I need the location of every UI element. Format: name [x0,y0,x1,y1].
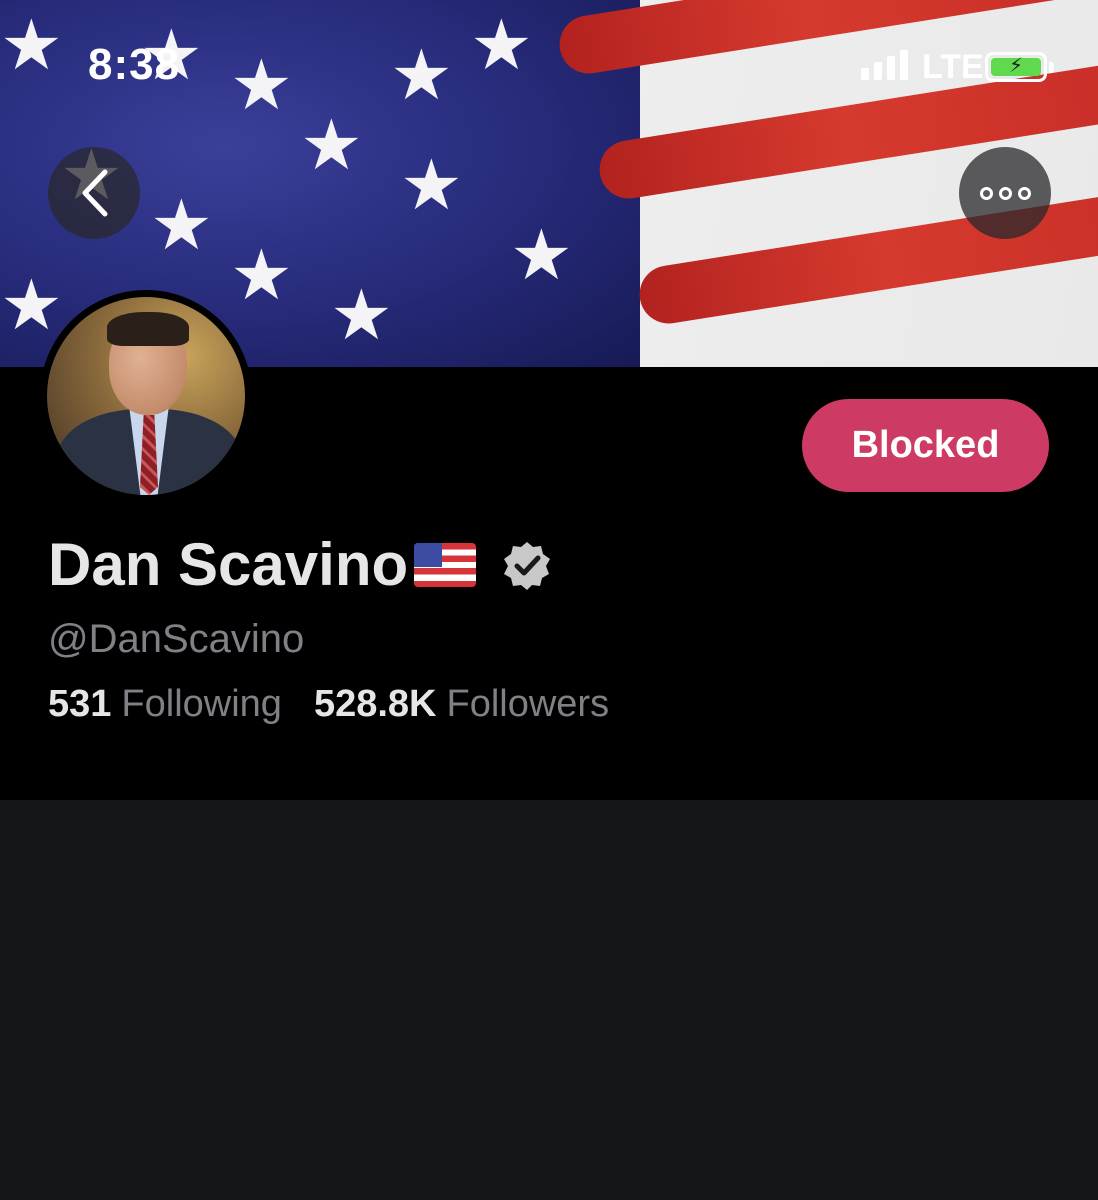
following-count: 531 [48,683,112,725]
status-bar: 8:38 LTE ⚡ [0,0,1098,130]
profile-handle: @DanScavino [48,617,305,661]
chevron-left-icon [82,169,108,217]
display-name: Dan Scavino [48,531,409,598]
ellipsis-icon [979,186,1031,200]
back-button[interactable] [48,147,140,239]
profile-name-row: Dan Scavino [48,530,552,599]
verified-badge-icon [504,541,551,590]
network-type: LTE [922,48,984,86]
cellular-signal-icon [861,50,908,80]
profile-stats: 531 Following 528.8K Followers [48,683,609,726]
blocked-button[interactable]: Blocked [802,399,1049,492]
following-stat[interactable]: 531 Following [48,683,282,726]
avatar-photo [47,297,245,495]
followers-stat[interactable]: 528.8K Followers [314,683,609,726]
followers-label: Followers [446,683,610,725]
following-label: Following [121,683,282,725]
followers-count: 528.8K [313,683,437,725]
us-flag-emoji [414,542,477,587]
avatar[interactable] [40,290,252,502]
timeline-area [0,800,1098,1200]
more-options-button[interactable] [959,147,1051,239]
status-time: 8:38 [88,40,181,89]
battery-charging-icon: ⚡ [985,52,1054,82]
